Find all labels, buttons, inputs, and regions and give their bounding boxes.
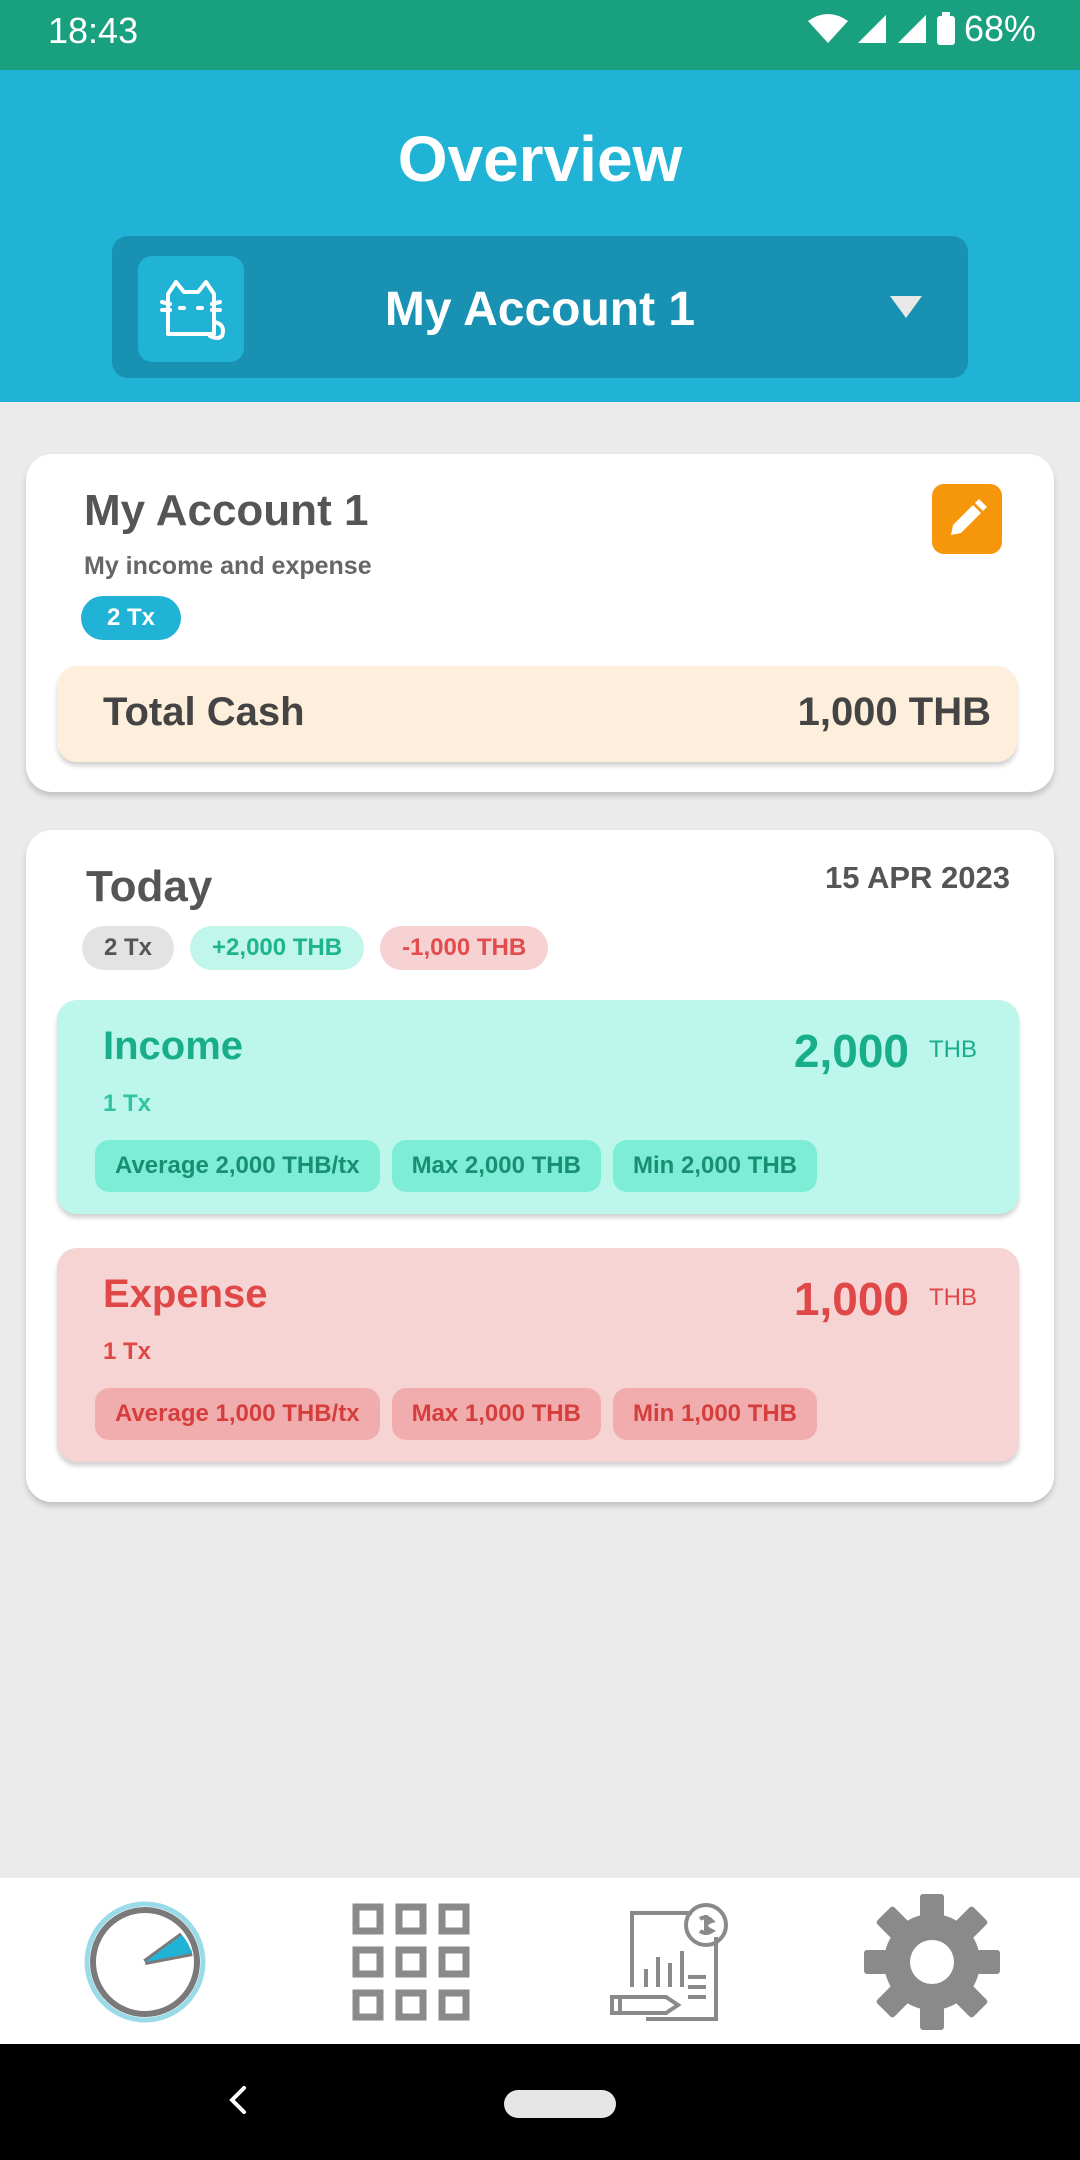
total-cash-label: Total Cash: [103, 690, 305, 734]
income-count: 1 Tx: [103, 1090, 152, 1117]
total-cash-bar: Total Cash 1,000 THB: [57, 666, 1017, 762]
income-amount: 2,000: [793, 1025, 909, 1077]
gear-icon: [864, 1894, 1000, 2030]
today-summary-pills: 2 Tx +2,000 THB -1,000 THB: [82, 926, 549, 970]
edit-account-button[interactable]: [932, 484, 1002, 554]
caret-down-icon: [890, 296, 922, 325]
expense-max-chip: Max 1,000 THB: [391, 1388, 601, 1440]
bottom-navigation: [0, 1878, 1080, 2044]
income-max-chip: Max 2,000 THB: [391, 1140, 601, 1192]
today-expense-pill: -1,000 THB: [380, 926, 549, 970]
expense-min-chip: Min 1,000 THB: [612, 1388, 818, 1440]
nav-settings[interactable]: [862, 1892, 1002, 2032]
today-income-pill: +2,000 THB: [190, 926, 365, 970]
app-header: Overview My Account 1: [0, 70, 1080, 402]
tx-count-badge: 2 Tx: [81, 596, 182, 640]
expense-amount: 1,000: [793, 1273, 909, 1325]
income-min-chip: Min 2,000 THB: [612, 1140, 818, 1192]
nav-overview[interactable]: [75, 1892, 215, 2032]
account-description: My income and expense: [84, 552, 372, 580]
today-tx-pill: 2 Tx: [82, 926, 175, 970]
pie-chart-icon: [84, 1901, 206, 2023]
income-title: Income: [103, 1024, 244, 1068]
today-date: 15 APR 2023: [825, 860, 1010, 895]
status-bar: 18:43 68%: [0, 0, 1080, 70]
grid-icon: [352, 1903, 470, 2021]
total-cash-value: 1,000 THB: [797, 690, 991, 734]
page-title: Overview: [397, 123, 683, 195]
expense-title: Expense: [103, 1272, 268, 1316]
income-chips: Average 2,000 THB/tx Max 2,000 THB Min 2…: [95, 1140, 818, 1192]
system-navigation-bar: [0, 2044, 1080, 2160]
back-icon[interactable]: [222, 2080, 252, 2125]
signal-icon: [856, 13, 888, 45]
status-icons: 68%: [807, 8, 1036, 50]
battery-icon: [936, 12, 956, 46]
income-average-chip: Average 2,000 THB/tx: [95, 1140, 380, 1192]
pencil-icon: [951, 499, 987, 535]
expense-panel[interactable]: Expense 1 Tx 1,000 THB Average 1,000 THB…: [57, 1248, 1019, 1462]
wifi-icon: [807, 13, 848, 45]
account-card: My Account 1 My income and expense 2 Tx …: [26, 454, 1054, 792]
signal-icon-2: [896, 13, 928, 45]
expense-count: 1 Tx: [103, 1338, 152, 1365]
home-button[interactable]: [504, 2090, 616, 2118]
account-selector[interactable]: My Account 1: [112, 236, 968, 378]
today-card: Today 15 APR 2023 2 Tx +2,000 THB -1,000…: [26, 830, 1054, 1502]
expense-average-chip: Average 1,000 THB/tx: [95, 1388, 380, 1440]
expense-chips: Average 1,000 THB/tx Max 1,000 THB Min 1…: [95, 1388, 818, 1440]
income-panel[interactable]: Income 1 Tx 2,000 THB Average 2,000 THB/…: [57, 1000, 1019, 1214]
account-name: My Account 1: [84, 486, 369, 535]
selected-account-name: My Account 1: [384, 283, 696, 336]
battery-percent: 68%: [963, 8, 1036, 49]
status-time: 18:43: [48, 10, 139, 51]
nav-reports[interactable]: [601, 1892, 741, 2032]
nav-categories[interactable]: [341, 1892, 481, 2032]
expense-unit: THB: [929, 1284, 977, 1311]
report-icon: [610, 1903, 728, 2021]
today-label: Today: [86, 862, 213, 911]
income-unit: THB: [929, 1036, 977, 1063]
